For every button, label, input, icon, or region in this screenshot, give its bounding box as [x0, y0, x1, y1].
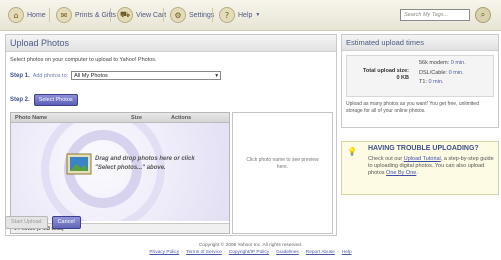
nav-home-label: Home — [27, 11, 46, 19]
upload-intro: Select photos on your computer to upload… — [10, 57, 157, 63]
rate-list: 56k modem: 0 min. DSL/Cable: 0 min. T1: … — [419, 59, 466, 88]
chevron-down-icon: ▼ — [255, 12, 261, 18]
upload-size: Total upload size: 0 KB — [355, 68, 409, 82]
estimate-box: Total upload size: 0 KB 56k modem: 0 min… — [346, 55, 494, 97]
rate-row: T1: 0 min. — [419, 78, 466, 88]
nav-cart-label: View Cart — [136, 11, 167, 19]
page-title: Upload Photos — [6, 35, 336, 52]
one-by-one-link[interactable]: One By One — [386, 170, 416, 176]
footer-links: Privacy Policy - Terms of Service - Copyri… — [0, 250, 501, 255]
column-actions: Actions — [171, 114, 192, 121]
trouble-uploading-box: 💡 HAVING TROUBLE UPLOADING? Check out ou… — [341, 141, 499, 195]
rate-time: 0 min. — [448, 69, 464, 76]
lightbulb-icon: 💡 — [347, 147, 357, 156]
upload-actions: Start Upload Cancel — [5, 216, 81, 229]
cart-icon: ⛟ — [117, 7, 133, 23]
help-link[interactable]: Help — [342, 250, 352, 255]
nav-help-label: Help — [238, 11, 253, 19]
nav-divider — [212, 8, 213, 22]
gear-icon: ⚙ — [170, 7, 186, 23]
chevron-down-icon: ▼ — [214, 73, 220, 79]
photo-list-header: Photo Name Size Actions — [11, 113, 229, 123]
rate-row: 56k modem: 0 min. — [419, 59, 466, 69]
divider: - — [300, 250, 303, 255]
drop-zone[interactable]: Drag and drop photos here or click "Sele… — [11, 123, 229, 221]
upload-size-value: 0 KB — [396, 75, 409, 81]
estimated-upload-times: Estimated upload times Total upload size… — [341, 34, 499, 128]
terms-of-service-link[interactable]: Terms of Service — [186, 250, 222, 255]
divider: - — [271, 250, 273, 255]
step-2-label: Step 2. — [10, 97, 30, 103]
rate-name: 56k modem: — [419, 60, 450, 66]
privacy-policy-link[interactable]: Privacy Policy — [149, 250, 179, 255]
trouble-title: HAVING TROUBLE UPLOADING? — [368, 145, 479, 152]
report-abuse-link[interactable]: Report Abuse — [306, 250, 335, 255]
upload-panel: Upload Photos Select photos on your comp… — [5, 34, 337, 236]
nav-divider — [49, 8, 50, 22]
nav-help[interactable]: ? Help ▼ — [219, 7, 260, 23]
copyright-policy-link[interactable]: Copyright/IP Policy — [229, 250, 269, 255]
drop-instructions: Drag and drop photos here or click "Sele… — [95, 156, 195, 171]
divider: - — [223, 250, 226, 255]
nav-prints-gifts[interactable]: ✉ Prints & Gifts — [56, 7, 116, 23]
divider: - — [336, 250, 339, 255]
nav-home[interactable]: ⌂ Home — [8, 7, 46, 23]
album-select-value: All My Photos — [74, 73, 108, 79]
search-icon: ⌕ — [480, 10, 486, 19]
gift-icon: ✉ — [56, 7, 72, 23]
trouble-text-a: Check out our — [368, 156, 403, 162]
rate-name: T1: — [419, 79, 427, 85]
nav-view-cart[interactable]: ⛟ View Cart — [117, 7, 166, 23]
rate-time: 0 min. — [450, 60, 466, 66]
search-tags-input[interactable]: Search My Tags... — [400, 9, 470, 21]
column-photo-name: Photo Name — [15, 114, 48, 121]
divider: - — [181, 250, 183, 255]
help-icon: ? — [219, 7, 235, 23]
nav-divider — [110, 8, 111, 22]
rate-name: DSL/Cable: — [419, 69, 448, 76]
estimate-title: Estimated upload times — [342, 35, 498, 51]
column-size: Size — [131, 114, 143, 121]
top-navigation: ⌂ Home ✉ Prints & Gifts ⛟ View Cart ⚙ Se… — [0, 0, 501, 31]
rate-row: DSL/Cable: 0 min. — [419, 69, 466, 79]
photo-drop-icon — [66, 153, 92, 175]
storage-note: Upload as many photos as you want! You g… — [346, 101, 479, 114]
nav-settings[interactable]: ⚙ Settings — [170, 7, 214, 23]
copyright: Copyright © 2006 Yahoo! Inc. All rights … — [198, 243, 303, 248]
step-2: Step 2. Select Photos — [10, 94, 78, 106]
step-1-text: Add photos to: — [32, 72, 69, 79]
album-select[interactable]: All My Photos ▼ — [71, 71, 222, 80]
nav-divider — [163, 8, 164, 22]
photo-preview: Click photo name to see preview here. — [232, 112, 333, 234]
step-1-label: Step 1. — [10, 72, 30, 79]
rate-time: 0 min. — [428, 79, 444, 85]
nav-settings-label: Settings — [189, 11, 215, 19]
cancel-button[interactable]: Cancel — [51, 216, 81, 229]
search-button[interactable]: ⌕ — [475, 7, 491, 23]
step-1: Step 1. Add photos to: All My Photos ▼ — [10, 71, 222, 80]
upload-tutorial-link[interactable]: Upload Tutorial — [404, 156, 441, 162]
trouble-text: Check out our Upload Tutorial, a step-by… — [368, 156, 494, 177]
start-upload-button[interactable]: Start Upload — [5, 216, 48, 229]
home-icon: ⌂ — [8, 7, 24, 23]
trouble-text-c: . — [416, 170, 418, 176]
upload-size-label: Total upload size: — [362, 68, 409, 74]
select-photos-button[interactable]: Select Photos — [33, 94, 78, 106]
guidelines-link[interactable]: Guidelines — [276, 250, 299, 255]
preview-hint: Click photo name to see preview here. — [246, 157, 319, 170]
